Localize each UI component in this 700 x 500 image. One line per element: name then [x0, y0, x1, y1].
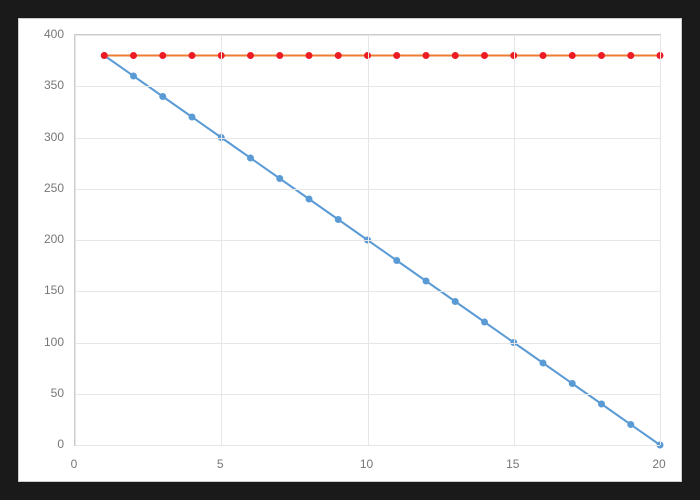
x-tick-label: 20 — [639, 457, 679, 471]
y-tick-label: 50 — [19, 386, 69, 400]
data-point — [452, 298, 459, 305]
data-point — [306, 52, 313, 59]
data-point — [101, 52, 108, 59]
x-tick-label: 5 — [200, 457, 240, 471]
x-tick-label: 10 — [347, 457, 387, 471]
data-point — [481, 52, 488, 59]
data-point — [159, 93, 166, 100]
data-point — [393, 257, 400, 264]
series-line-1 — [104, 56, 660, 446]
y-tick-label: 350 — [19, 78, 69, 92]
data-point — [130, 52, 137, 59]
y-tick-label: 0 — [19, 437, 69, 451]
data-point — [189, 114, 196, 121]
chart-frame: 0 50 100 150 200 250 300 350 400 0 5 10 15 20 — [0, 0, 700, 500]
data-point — [481, 319, 488, 326]
data-point — [335, 216, 342, 223]
plot-area — [74, 34, 661, 446]
data-point — [423, 278, 430, 285]
y-tick-label: 200 — [19, 232, 69, 246]
data-point — [423, 52, 430, 59]
gridline-v — [368, 35, 369, 445]
data-point — [540, 360, 547, 367]
data-point — [627, 421, 634, 428]
gridline-h — [75, 445, 660, 446]
data-point — [130, 73, 137, 80]
chart-panel: 0 50 100 150 200 250 300 350 400 0 5 10 15 20 — [18, 18, 682, 482]
data-point — [189, 52, 196, 59]
data-point — [569, 52, 576, 59]
y-tick-label: 100 — [19, 335, 69, 349]
data-point — [598, 401, 605, 408]
gridline-v — [660, 35, 661, 445]
data-point — [627, 52, 634, 59]
data-point — [247, 52, 254, 59]
data-point — [159, 52, 166, 59]
data-point — [247, 155, 254, 162]
gridline-v — [221, 35, 222, 445]
y-tick-label: 150 — [19, 283, 69, 297]
y-tick-label: 400 — [19, 27, 69, 41]
x-tick-label: 0 — [54, 457, 94, 471]
data-point — [569, 380, 576, 387]
gridline-v — [514, 35, 515, 445]
data-point — [598, 52, 605, 59]
data-point — [393, 52, 400, 59]
x-tick-label: 15 — [493, 457, 533, 471]
data-point — [540, 52, 547, 59]
data-point — [276, 175, 283, 182]
data-point — [452, 52, 459, 59]
data-point — [335, 52, 342, 59]
gridline-v — [75, 35, 76, 445]
data-point — [276, 52, 283, 59]
y-tick-label: 250 — [19, 181, 69, 195]
data-point — [306, 196, 313, 203]
y-tick-label: 300 — [19, 130, 69, 144]
